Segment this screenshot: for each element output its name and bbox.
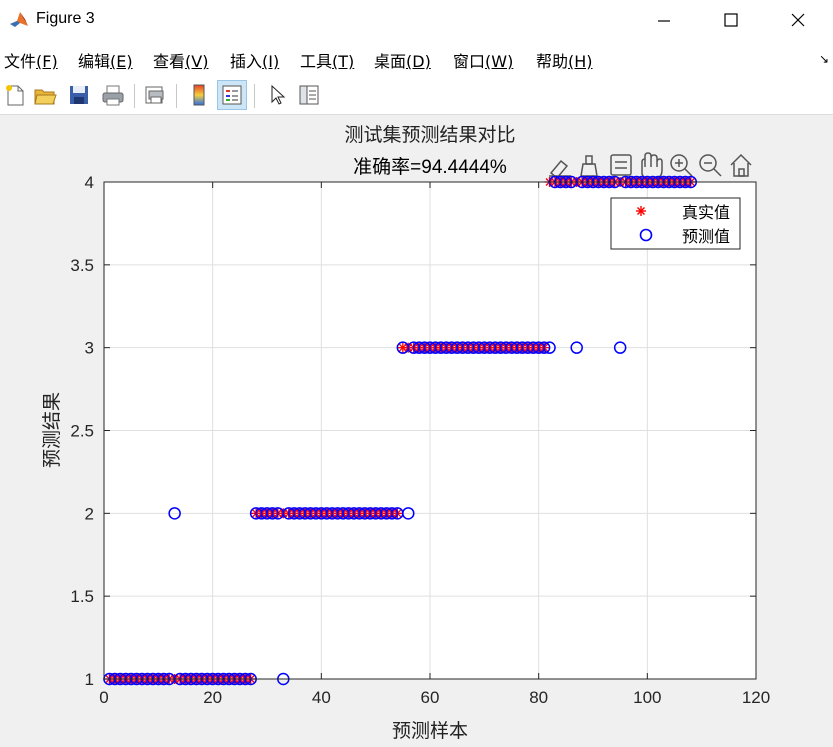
x-tick-label: 80 <box>529 688 548 707</box>
legend-icon <box>222 85 242 105</box>
y-tick-label: 3 <box>85 339 94 358</box>
axes-toolbar <box>549 152 752 180</box>
y-tick-label: 4 <box>85 173 94 192</box>
y-tick-label: 2 <box>85 504 94 523</box>
maximize-button[interactable] <box>698 0 764 40</box>
save-button[interactable] <box>64 80 94 110</box>
y-tick-label: 3.5 <box>70 256 94 275</box>
x-tick-label: 40 <box>312 688 331 707</box>
dock-arrow-icon[interactable]: ↘ <box>819 52 829 66</box>
open-file-icon <box>34 89 57 105</box>
minimize-icon <box>658 20 670 22</box>
legend[interactable]: 真实值 预测值 <box>610 197 741 250</box>
property-inspector-icon <box>299 85 319 105</box>
y-tick-label: 2.5 <box>70 422 94 441</box>
window-title: Figure 3 <box>36 10 95 27</box>
print-button[interactable] <box>98 80 128 110</box>
legend-label-true: 真实值 <box>682 203 730 222</box>
legend-true-marker <box>636 206 646 216</box>
new-figure-icon <box>6 85 24 106</box>
x-tick-label: 120 <box>742 688 770 707</box>
menu-tools[interactable]: 工具(T) <box>300 48 354 72</box>
new-figure-button[interactable] <box>0 80 30 110</box>
menu-insert[interactable]: 插入(I) <box>230 48 279 72</box>
toolbar-separator <box>254 84 255 108</box>
home-icon[interactable] <box>730 153 752 177</box>
minimize-button[interactable] <box>631 0 697 40</box>
matlab-logo-icon <box>10 12 28 27</box>
figure-canvas: 测试集预测结果对比 准确率=94.4444% 0 20 40 60 80 100 120 1… <box>41 124 770 742</box>
print-preview-button[interactable] <box>140 80 170 110</box>
chart-subtitle: 准确率=94.4444% <box>353 156 507 178</box>
menu-bar: 文件(F) 编辑(E) 查看(V) 插入(I) 工具(T) 桌面(D) 窗口(W… <box>0 40 833 76</box>
x-tick-label: 0 <box>99 688 108 707</box>
y-axis-label: 预测结果 <box>41 392 63 468</box>
x-tick-label: 100 <box>633 688 661 707</box>
x-tick-label: 60 <box>421 688 440 707</box>
select-pointer-icon <box>271 84 286 105</box>
legend-label-pred: 预测值 <box>682 227 730 246</box>
zoom-out-icon[interactable] <box>699 154 722 177</box>
brush-icon[interactable] <box>580 155 598 177</box>
figure-toolbar <box>0 76 833 115</box>
x-tick-label: 20 <box>203 688 222 707</box>
y-tick-label: 1.5 <box>70 587 94 606</box>
print-preview-icon <box>145 86 164 104</box>
insert-colorbar-button[interactable] <box>184 80 214 110</box>
pan-icon[interactable] <box>641 152 663 180</box>
chart-title: 测试集预测结果对比 <box>344 124 515 146</box>
menu-desktop[interactable]: 桌面(D) <box>374 48 431 72</box>
x-axis-label: 预测样本 <box>392 720 468 742</box>
open-file-button[interactable] <box>30 80 60 110</box>
zoom-in-icon[interactable] <box>670 154 693 177</box>
y-tick-label: 1 <box>85 670 94 689</box>
print-icon <box>102 85 124 106</box>
data-tips-icon[interactable] <box>549 159 571 180</box>
close-icon <box>791 13 805 27</box>
menu-help[interactable]: 帮助(H) <box>536 48 593 72</box>
menu-view[interactable]: 查看(V) <box>153 48 208 72</box>
toolbar-separator <box>134 84 135 108</box>
insert-legend-button[interactable] <box>217 80 247 110</box>
property-inspector-button[interactable] <box>294 80 324 110</box>
close-button[interactable] <box>765 0 831 40</box>
edit-legend-icon[interactable] <box>610 154 632 176</box>
maximize-icon <box>724 13 738 27</box>
edit-plot-button[interactable] <box>262 80 292 110</box>
menu-edit[interactable]: 编辑(E) <box>78 48 133 72</box>
colorbar-icon <box>193 84 205 106</box>
menu-window[interactable]: 窗口(W) <box>453 48 513 72</box>
menu-file[interactable]: 文件(F) <box>4 48 58 72</box>
window-title-bar: Figure 3 <box>0 0 833 40</box>
save-icon <box>70 86 88 104</box>
toolbar-separator <box>176 84 177 108</box>
